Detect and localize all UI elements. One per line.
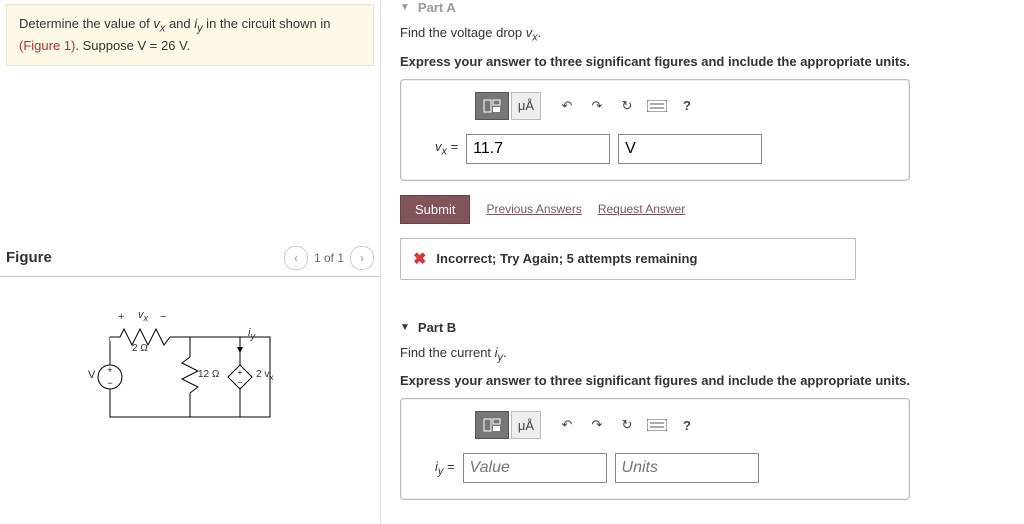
reset-icon[interactable]: ↻ <box>613 93 641 119</box>
part-a-header[interactable]: ▼ Part A <box>400 0 1020 15</box>
figure-link[interactable]: (Figure 1) <box>19 38 75 53</box>
caret-down-icon: ▼ <box>400 322 410 333</box>
figure-header: Figure ‹ 1 of 1 › <box>0 246 380 277</box>
right-panel: ▼ Part A Find the voltage drop vx. Expre… <box>400 0 1024 524</box>
part-a-express: Express your answer to three significant… <box>400 54 1020 69</box>
circuit-diagram: + − + − + vx − 2 Ω 12 Ω V iy 2 vx <box>90 317 290 437</box>
help-icon[interactable]: ? <box>673 93 701 119</box>
problem-prompt: Determine the value of vx and iy in the … <box>6 4 374 66</box>
undo-icon[interactable]: ↶ <box>553 93 581 119</box>
part-a-find: Find the voltage drop vx. <box>400 25 1020 44</box>
part-a-toolbar: μÅ ↶ ↷ ↻ ? <box>475 92 895 120</box>
units-button[interactable]: μÅ <box>511 92 541 120</box>
part-b-value-input[interactable] <box>463 453 607 483</box>
redo-icon[interactable]: ↷ <box>583 93 611 119</box>
caret-down-icon: ▼ <box>400 2 410 13</box>
template-icon[interactable] <box>475 92 509 120</box>
svg-text:−: − <box>238 378 243 387</box>
units-button[interactable]: μÅ <box>511 411 541 439</box>
reset-icon[interactable]: ↻ <box>613 412 641 438</box>
x-icon: ✖ <box>413 249 426 269</box>
figure-title: Figure <box>6 249 284 266</box>
part-b-find: Find the current iy. <box>400 345 1020 364</box>
svg-text:+: + <box>238 368 243 377</box>
part-b-answer-box: μÅ ↶ ↷ ↻ ? iy = <box>400 398 910 500</box>
part-a-unit-input[interactable] <box>618 134 762 164</box>
svg-text:−: − <box>107 378 112 388</box>
part-b-value-row: iy = <box>435 453 895 483</box>
part-a-submit-row: Submit Previous Answers Request Answer <box>400 195 1020 224</box>
figure-pager: ‹ 1 of 1 › <box>284 246 374 270</box>
template-icon[interactable] <box>475 411 509 439</box>
part-a-value-input[interactable] <box>466 134 610 164</box>
keyboard-icon[interactable] <box>643 93 671 119</box>
left-panel: Determine the value of vx and iy in the … <box>0 0 381 524</box>
part-b-toolbar: μÅ ↶ ↷ ↻ ? <box>475 411 895 439</box>
part-a-value-row: vx = <box>435 134 895 164</box>
part-a-label: Part A <box>418 0 456 15</box>
part-a-lhs: vx = <box>435 139 458 158</box>
help-icon[interactable]: ? <box>673 412 701 438</box>
part-b-unit-input[interactable] <box>615 453 759 483</box>
figure-next-icon[interactable]: › <box>350 246 374 270</box>
svg-text:+: + <box>107 365 112 375</box>
part-b-header[interactable]: ▼ Part B <box>400 320 1020 335</box>
part-a-answer-box: μÅ ↶ ↷ ↻ ? vx = <box>400 79 910 181</box>
submit-button[interactable]: Submit <box>400 195 470 224</box>
figure-prev-icon[interactable]: ‹ <box>284 246 308 270</box>
part-b-label: Part B <box>418 320 456 335</box>
redo-icon[interactable]: ↷ <box>583 412 611 438</box>
part-b-express: Express your answer to three significant… <box>400 373 1020 388</box>
figure-pager-label: 1 of 1 <box>314 251 344 265</box>
previous-answers-link[interactable]: Previous Answers <box>486 202 581 216</box>
prompt-text: Determine the value of <box>19 16 153 31</box>
part-b-lhs: iy = <box>435 459 455 478</box>
feedback-text: Incorrect; Try Again; 5 attempts remaini… <box>436 251 697 266</box>
keyboard-icon[interactable] <box>643 412 671 438</box>
feedback-box: ✖ Incorrect; Try Again; 5 attempts remai… <box>400 238 856 280</box>
request-answer-link[interactable]: Request Answer <box>598 202 685 216</box>
undo-icon[interactable]: ↶ <box>553 412 581 438</box>
